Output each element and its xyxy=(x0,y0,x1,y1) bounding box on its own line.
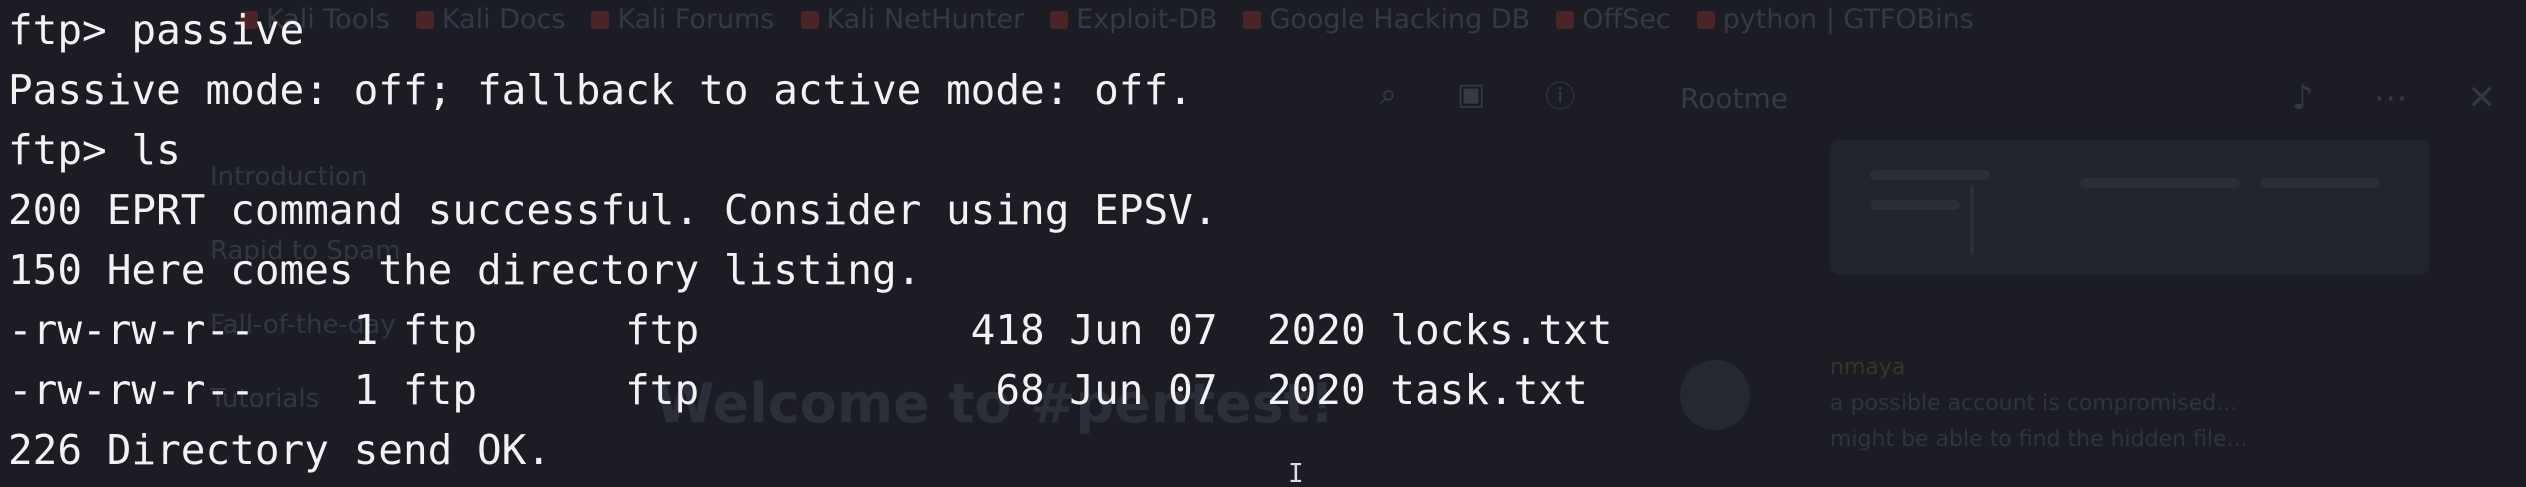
terminal-output[interactable]: ftp> passive Passive mode: off; fallback … xyxy=(8,0,1612,480)
chat-line: a possible account is compromised... xyxy=(1830,391,2238,416)
close-icon[interactable]: ✕ xyxy=(2468,78,2497,118)
terminal-line: 226 Directory send OK. xyxy=(8,426,552,474)
channel-title: Rootme xyxy=(1680,82,1788,115)
window-controls: ♪ ⋯ ✕ xyxy=(2292,78,2496,118)
bell-icon[interactable]: ♪ xyxy=(2292,78,2314,118)
terminal-line: -rw-rw-r-- 1 ftp ftp 68 Jun 07 2020 task… xyxy=(8,366,1588,414)
terminal-line: ftp> ls xyxy=(8,126,181,174)
chat-author: nmaya xyxy=(1830,355,1906,380)
background-card xyxy=(1830,140,2430,275)
chat-message: nmaya a possible account is compromised.… xyxy=(1830,350,2248,458)
terminal-line: -rw-rw-r-- 1 ftp ftp 418 Jun 07 2020 loc… xyxy=(8,306,1613,354)
terminal-line: 200 EPRT command successful. Consider us… xyxy=(8,186,1218,234)
avatar xyxy=(1680,360,1750,430)
more-icon[interactable]: ⋯ xyxy=(2374,78,2408,118)
terminal-line: ftp> passive xyxy=(8,6,305,54)
terminal-line: Passive mode: off; fallback to active mo… xyxy=(8,66,1193,114)
bookmark-icon xyxy=(1696,10,1715,29)
chat-line: might be able to find the hidden file... xyxy=(1830,427,2248,452)
screen: Kali Tools Kali Docs Kali Forums Kali Ne… xyxy=(0,0,2526,487)
text-cursor-icon: I xyxy=(1288,459,1304,487)
bookmark-gtfobins[interactable]: python | GTFOBins xyxy=(1696,4,1974,35)
terminal-line: 150 Here comes the directory listing. xyxy=(8,246,922,294)
